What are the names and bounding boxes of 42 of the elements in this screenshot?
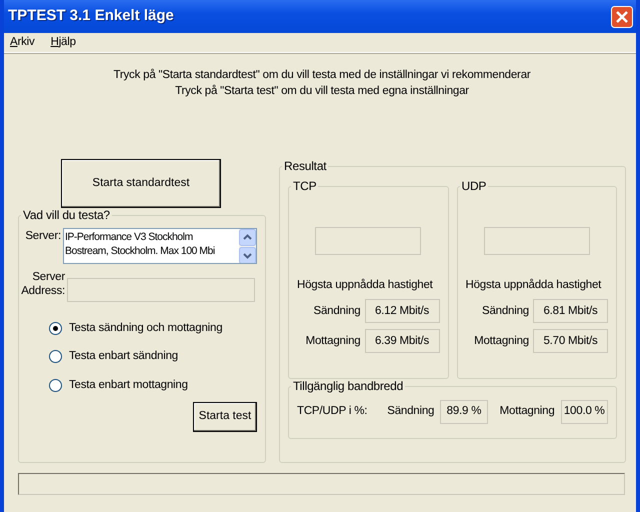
radio-label: Testa enbart sändning bbox=[69, 349, 178, 364]
value-label: Sändning bbox=[482, 304, 529, 319]
radio-button[interactable] bbox=[49, 378, 62, 392]
bandwidth-label: TCP/UDP i %: bbox=[297, 404, 368, 420]
speed-heading: Högsta uppnådda hastighet bbox=[466, 278, 602, 293]
menu-item[interactable]: Hjälp bbox=[50, 34, 77, 52]
value-label: Sändning bbox=[314, 304, 360, 319]
value-label: Mottagning bbox=[474, 334, 529, 349]
value-label: Mottagning bbox=[500, 404, 555, 420]
group-title: Tillgänglig bandbredd bbox=[292, 379, 404, 393]
address-label: Server Address: bbox=[21, 270, 65, 298]
server-label: Server: bbox=[24, 229, 61, 244]
value-label: Sändning bbox=[387, 404, 434, 420]
server-item[interactable]: Bostream, Stockholm. Max 100 Mbi bbox=[65, 244, 238, 258]
server-list[interactable]: IP-Performance V3 Stockholm Bostream, Stockholm. Max 100 Mbi bbox=[63, 228, 257, 264]
value-label: Mottagning bbox=[306, 334, 360, 349]
scroll-down-icon[interactable] bbox=[239, 247, 256, 263]
value-readout: 6.39 Mbit/s bbox=[364, 329, 440, 354]
standard-test-button[interactable]: Starta standardtest bbox=[61, 159, 221, 208]
address-field[interactable] bbox=[67, 278, 255, 302]
value-readout: 6.81 Mbit/s bbox=[533, 299, 608, 324]
value-readout: 89.9 % bbox=[440, 400, 488, 424]
menu-item[interactable]: Arkiv bbox=[9, 34, 36, 52]
group-title: TCP bbox=[292, 179, 318, 193]
server-item[interactable]: IP-Performance V3 Stockholm bbox=[65, 230, 238, 244]
start-test-button[interactable]: Starta test bbox=[193, 402, 257, 432]
instruction-text: Tryck på "Starta standardtest" om du vill testa med de inställningar vi rekommenderar bbox=[112, 68, 532, 83]
group-title: Vad vill du testa? bbox=[22, 208, 111, 222]
instruction-text: Tryck på "Starta test" om du vill testa med egna inställningar bbox=[174, 84, 470, 99]
value-readout: 6.12 Mbit/s bbox=[364, 299, 440, 324]
value-readout: 5.70 Mbit/s bbox=[533, 329, 608, 354]
radio-label: Testa enbart mottagning bbox=[69, 378, 188, 392]
group-title: Resultat bbox=[283, 159, 328, 173]
close-button[interactable] bbox=[611, 6, 633, 28]
radio-button[interactable] bbox=[49, 350, 62, 364]
speed-heading: Högsta uppnådda hastighet bbox=[297, 278, 434, 293]
window-title: TPTEST 3.1 Enkelt läge bbox=[8, 6, 174, 26]
scroll-up-icon[interactable] bbox=[239, 229, 256, 246]
radio-label: Testa sändning och mottagning bbox=[69, 321, 222, 336]
value-readout: 100.0 % bbox=[560, 400, 608, 424]
group-title: UDP bbox=[460, 179, 488, 193]
radio-button[interactable] bbox=[49, 322, 62, 336]
